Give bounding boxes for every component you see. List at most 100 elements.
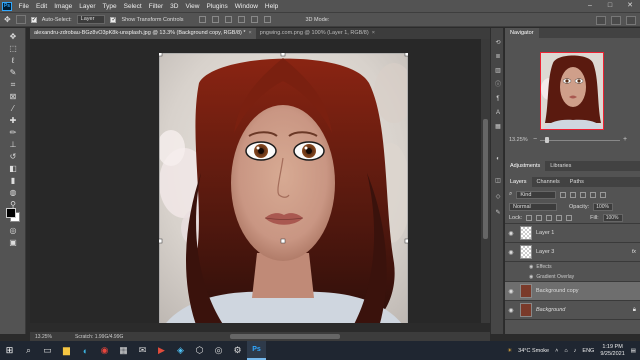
tab-channels[interactable]: Channels (532, 177, 565, 187)
lock-transparency-icon[interactable] (526, 215, 533, 221)
screen-mode-icon[interactable]: ▣ (8, 238, 18, 248)
windows-start-icon[interactable]: ⊞ (0, 341, 19, 360)
menu-edit[interactable]: Edit (32, 3, 50, 10)
info-panel-icon[interactable]: ⓘ (494, 82, 502, 89)
app-icon[interactable]: ◈ (171, 341, 190, 360)
transform-controls-checkbox[interactable] (110, 16, 116, 23)
volume-icon[interactable]: ♪ (574, 348, 577, 354)
menu-layer[interactable]: Layer (76, 3, 99, 10)
brush-tool-icon[interactable]: ✏ (8, 128, 18, 138)
tray-chevron-icon[interactable]: ˄ (555, 348, 558, 354)
workspace-icon[interactable] (611, 16, 621, 25)
weather-icon[interactable]: ☀ (507, 348, 512, 354)
menu-3d[interactable]: 3D (167, 3, 182, 10)
menu-select[interactable]: Select (120, 3, 145, 10)
align-center-icon[interactable] (211, 16, 219, 23)
zoom-in-icon[interactable]: + (623, 136, 627, 143)
menu-plugins[interactable]: Plugins (203, 3, 231, 10)
foreground-color-swatch[interactable] (6, 208, 16, 218)
tab-libraries[interactable]: Libraries (545, 161, 576, 171)
filter-type-icon[interactable] (580, 191, 587, 198)
search-icon[interactable] (596, 16, 606, 25)
search-icon[interactable]: ⌕ (19, 341, 38, 360)
visibility-eye-icon[interactable]: ◉ (505, 288, 517, 295)
visibility-eye-icon[interactable]: ◉ (505, 230, 517, 237)
vertical-scroll-thumb[interactable] (483, 119, 488, 239)
auto-select-dropdown[interactable]: Layer (76, 15, 106, 24)
layer-effects-badge[interactable]: fx (632, 249, 636, 255)
taskbar-clock[interactable]: 1:19 PM 9/25/2021 (600, 344, 624, 358)
app-icon[interactable]: ⬡ (190, 341, 209, 360)
swatches-panel-icon[interactable]: ▦ (494, 124, 502, 131)
network-icon[interactable]: ⌂ (564, 348, 567, 354)
crop-tool-icon[interactable]: ⌗ (8, 80, 18, 90)
tab-paths[interactable]: Paths (565, 177, 589, 187)
camera-icon[interactable]: ◎ (209, 341, 228, 360)
menu-file[interactable]: File (15, 3, 32, 10)
layer-row[interactable]: ◉ Layer 3 fx (505, 243, 640, 262)
tab-main-document[interactable]: alexandru-zdrobau-BGz8vO3pK8k-unsplash.j… (30, 28, 256, 39)
paragraph-panel-icon[interactable]: ¶ (494, 96, 502, 103)
zoom-out-icon[interactable]: − (533, 136, 537, 143)
filter-pixel-icon[interactable] (560, 191, 567, 198)
histogram-panel-icon[interactable]: ▥ (494, 68, 502, 75)
edge-browser-icon[interactable]: ◐ (76, 341, 95, 360)
channels-panel-icon[interactable]: ◫ (494, 178, 502, 185)
notifications-icon[interactable]: ▤ (631, 348, 636, 354)
navigator-zoom-slider[interactable] (540, 140, 620, 141)
language-indicator[interactable]: ENG (582, 348, 594, 354)
store-icon[interactable]: ▦ (114, 341, 133, 360)
adjustments-panel-icon[interactable]: ◐ (494, 156, 502, 163)
layer-row[interactable]: ◉ Layer 1 (505, 224, 640, 243)
align-right-icon[interactable] (224, 16, 232, 23)
frame-tool-icon[interactable]: ⊠ (8, 92, 18, 102)
document-canvas[interactable] (159, 53, 408, 323)
history-brush-tool-icon[interactable]: ↺ (8, 152, 18, 162)
menu-image[interactable]: Image (51, 3, 76, 10)
photoshop-taskbar-icon[interactable]: Ps (247, 341, 266, 360)
clone-stamp-tool-icon[interactable]: ⊥ (8, 140, 18, 150)
lock-image-icon[interactable] (536, 215, 543, 221)
align-left-icon[interactable] (198, 16, 206, 23)
align-top-icon[interactable] (237, 16, 245, 23)
gradient-overlay-row[interactable]: ◉ Gradient Overlay (505, 272, 640, 282)
filter-smart-object-icon[interactable] (600, 191, 607, 198)
paths-panel-icon[interactable]: ◇ (494, 194, 502, 201)
vertical-scrollbar[interactable] (481, 39, 490, 323)
quick-select-tool-icon[interactable]: ✎ (8, 68, 18, 78)
move-tool-icon[interactable]: ✥ (8, 32, 18, 42)
lasso-tool-icon[interactable]: ℓ (8, 56, 18, 66)
gradient-tool-icon[interactable]: ▮ (8, 176, 18, 186)
auto-select-checkbox[interactable] (30, 16, 37, 23)
tab-adjustments[interactable]: Adjustments (505, 161, 546, 171)
blur-tool-icon[interactable]: ◍ (8, 188, 18, 198)
navigator-zoom-knob[interactable] (545, 137, 549, 143)
layer-row[interactable]: ◉ Background copy (505, 282, 640, 301)
visibility-eye-icon[interactable]: ◉ (505, 249, 517, 256)
file-explorer-icon[interactable]: ▆ (57, 341, 76, 360)
history-panel-icon[interactable]: ⟲ (494, 40, 502, 47)
healing-brush-tool-icon[interactable]: ✚ (8, 116, 18, 126)
move-tool-icon[interactable]: ✥ (4, 15, 11, 24)
align-bottom-icon[interactable] (263, 16, 271, 23)
properties-panel-icon[interactable]: ≣ (494, 54, 502, 61)
visibility-eye-icon[interactable]: ◉ (505, 307, 517, 314)
filter-adjustment-icon[interactable] (570, 191, 577, 198)
kind-filter-dropdown[interactable]: Kind (516, 190, 557, 199)
visibility-eye-icon[interactable]: ◉ (529, 264, 533, 270)
menu-filter[interactable]: Filter (145, 3, 166, 10)
canvas-workspace[interactable] (30, 39, 490, 323)
close-tab-icon[interactable]: × (249, 30, 252, 36)
align-middle-icon[interactable] (250, 16, 258, 23)
layer-row[interactable]: ◉ Background 🔒︎ (505, 301, 640, 320)
menu-help[interactable]: Help (261, 3, 281, 10)
color-swatches[interactable] (6, 208, 20, 222)
minimize-icon[interactable]: – (580, 0, 600, 12)
navigator-thumbnail[interactable] (540, 52, 604, 130)
opacity-field[interactable]: 100% (593, 203, 614, 211)
eraser-tool-icon[interactable]: ◧ (8, 164, 18, 174)
close-icon[interactable]: ✕ (620, 0, 640, 12)
filter-shape-icon[interactable] (590, 191, 597, 198)
fill-field[interactable]: 100% (602, 214, 623, 222)
tab-layers[interactable]: Layers (505, 177, 532, 187)
